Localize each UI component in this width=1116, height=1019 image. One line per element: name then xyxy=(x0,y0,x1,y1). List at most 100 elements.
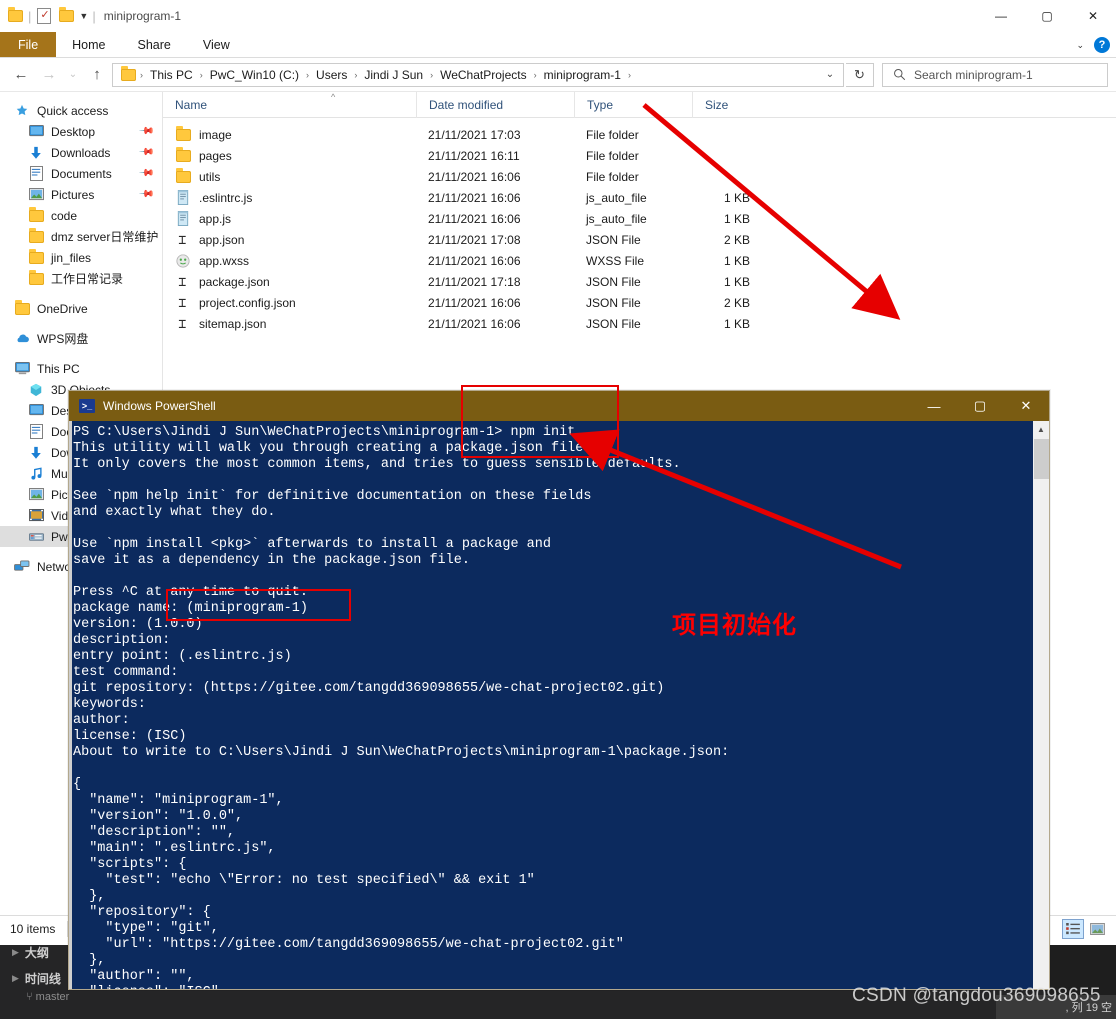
address-dropdown[interactable]: ⌄ xyxy=(819,64,841,86)
sidebar-label: This PC xyxy=(37,361,80,376)
tab-home[interactable]: Home xyxy=(56,32,121,57)
breadcrumb-wechatprojects[interactable]: WeChatProjects xyxy=(436,68,530,82)
documents-icon xyxy=(28,166,44,182)
js-file-icon xyxy=(175,211,191,227)
sidebar-item-this-pc[interactable]: This PC xyxy=(0,358,162,379)
folder-icon xyxy=(28,227,44,245)
powershell-title: Windows PowerShell xyxy=(103,399,216,413)
tab-view[interactable]: View xyxy=(187,32,246,57)
table-row[interactable]: app.js 21/11/2021 16:06 js_auto_file 1 K… xyxy=(163,208,1116,229)
folder-icon[interactable] xyxy=(6,7,24,25)
documents-icon xyxy=(28,424,44,440)
vscode-git-branch[interactable]: ⑂ master xyxy=(0,991,112,1003)
table-row[interactable]: image 21/11/2021 17:03 File folder xyxy=(163,124,1116,145)
sidebar-item-quick-access[interactable]: Quick access xyxy=(0,100,162,121)
file-size-cell: 2 KB xyxy=(723,295,750,310)
breadcrumb-drive[interactable]: PwC_Win10 (C:) xyxy=(206,68,303,82)
tab-file[interactable]: File xyxy=(0,32,57,57)
pictures-icon xyxy=(28,487,44,503)
new-folder-icon[interactable] xyxy=(57,7,75,25)
close-button[interactable]: ✕ xyxy=(1070,0,1116,32)
file-name-cell: pages xyxy=(163,146,416,164)
properties-icon[interactable] xyxy=(35,7,53,25)
recent-locations-button[interactable]: ⌄ xyxy=(64,62,82,88)
maximize-button[interactable]: ▢ xyxy=(1024,0,1070,32)
json-file-icon: ⌶ xyxy=(175,232,191,248)
table-row[interactable]: app.wxss 21/11/2021 16:06 WXSS File 1 KB xyxy=(163,250,1116,271)
sidebar-item-wps-cloud[interactable]: WPS网盘 xyxy=(0,328,162,349)
breadcrumb-miniprogram[interactable]: miniprogram-1 xyxy=(540,68,625,82)
file-name: pages xyxy=(199,148,232,163)
tab-share[interactable]: Share xyxy=(122,32,187,57)
breadcrumb-this-pc[interactable]: This PC xyxy=(146,68,197,82)
refresh-button[interactable]: ↻ xyxy=(846,62,874,87)
powershell-title-bar[interactable]: >_ Windows PowerShell — ▢ ✕ xyxy=(69,391,1049,421)
breadcrumb-users[interactable]: Users xyxy=(312,68,351,82)
file-type-cell: js_auto_file xyxy=(586,190,647,205)
chevron-down-icon[interactable]: ▼ xyxy=(79,11,88,21)
pin-icon[interactable]: 📌 xyxy=(137,123,154,140)
details-view-icon[interactable] xyxy=(1062,918,1084,939)
ribbon-expand-chevron-icon[interactable]: ⌄ xyxy=(1076,40,1084,51)
powershell-minimize-button[interactable]: — xyxy=(911,391,957,421)
vscode-branch-label: master xyxy=(35,991,70,1003)
file-date-cell: 21/11/2021 16:06 xyxy=(428,211,521,226)
up-button[interactable]: ↑ xyxy=(84,62,110,88)
table-row[interactable]: .eslintrc.js 21/11/2021 16:06 js_auto_fi… xyxy=(163,187,1116,208)
breadcrumb-separator: › xyxy=(533,69,537,80)
table-row[interactable]: pages 21/11/2021 16:11 File folder xyxy=(163,145,1116,166)
chevron-down-icon[interactable]: ⌄ xyxy=(819,64,841,86)
sidebar-label: Desktop xyxy=(51,124,96,139)
address-bar[interactable]: › This PC › PwC_Win10 (C:) › Users › Jin… xyxy=(112,62,844,87)
console-output[interactable]: PS C:\Users\Jindi J Sun\WeChatProjects\m… xyxy=(69,421,1032,989)
svg-text:⌶: ⌶ xyxy=(178,233,186,247)
pin-icon[interactable]: 📌 xyxy=(137,165,154,182)
file-date-cell: 21/11/2021 17:18 xyxy=(428,274,521,289)
sidebar-item-code[interactable]: code xyxy=(0,205,162,226)
sidebar-item-pictures[interactable]: Pictures 📌 xyxy=(0,184,162,205)
file-type-cell: js_auto_file xyxy=(586,211,647,226)
sidebar-label: OneDrive xyxy=(37,301,88,316)
file-date-cell: 21/11/2021 16:11 xyxy=(428,148,520,163)
help-icon[interactable]: ? xyxy=(1094,37,1110,53)
scrollbar-thumb[interactable] xyxy=(1034,439,1049,479)
powershell-maximize-button[interactable]: ▢ xyxy=(957,391,1003,421)
large-icons-view-icon[interactable] xyxy=(1086,919,1108,939)
sidebar-item-documents[interactable]: Documents 📌 xyxy=(0,163,162,184)
breadcrumb-user[interactable]: Jindi J Sun xyxy=(360,68,427,82)
sidebar-item-work-log[interactable]: 工作日常记录 xyxy=(0,268,162,289)
download-icon xyxy=(28,445,44,461)
powershell-close-button[interactable]: ✕ xyxy=(1003,391,1049,421)
table-row[interactable]: utils 21/11/2021 16:06 File folder xyxy=(163,166,1116,187)
sidebar-label: Documents xyxy=(51,166,112,181)
sidebar-item-dmz-server[interactable]: dmz server日常维护 xyxy=(0,226,162,247)
back-button[interactable]: ← xyxy=(8,62,34,88)
item-count: 10 items xyxy=(10,921,56,936)
sidebar-item-onedrive[interactable]: OneDrive xyxy=(0,298,162,319)
table-row[interactable]: ⌶ app.json 21/11/2021 17:08 JSON File 2 … xyxy=(163,229,1116,250)
pin-icon[interactable]: 📌 xyxy=(137,186,154,203)
sidebar-item-downloads[interactable]: Downloads 📌 xyxy=(0,142,162,163)
table-row[interactable]: ⌶ project.config.json 21/11/2021 16:06 J… xyxy=(163,292,1116,313)
json-file-icon: ⌶ xyxy=(175,274,191,290)
search-box[interactable]: Search miniprogram-1 xyxy=(882,62,1108,87)
file-size-cell: 2 KB xyxy=(723,232,750,247)
forward-button[interactable]: → xyxy=(36,62,62,88)
column-header-date[interactable]: Date modified xyxy=(416,91,574,118)
powershell-scrollbar[interactable]: ▲ xyxy=(1032,421,1049,989)
minimize-button[interactable]: — xyxy=(978,0,1024,32)
file-date-cell: 21/11/2021 17:08 xyxy=(428,232,521,247)
file-name-cell: utils xyxy=(163,167,416,185)
column-header-type[interactable]: Type xyxy=(574,91,692,118)
pin-icon[interactable]: 📌 xyxy=(137,144,154,161)
sidebar-item-desktop[interactable]: Desktop 📌 xyxy=(0,121,162,142)
table-row[interactable]: ⌶ sitemap.json 21/11/2021 16:06 JSON Fil… xyxy=(163,313,1116,334)
file-date-cell: 21/11/2021 16:06 xyxy=(428,190,521,205)
network-icon xyxy=(14,559,30,575)
sidebar-item-jin-files[interactable]: jin_files xyxy=(0,247,162,268)
column-header-size[interactable]: Size xyxy=(692,91,772,118)
column-header-name[interactable]: Name xyxy=(163,92,416,118)
screen-root: ▶ 大纲 ▶ 时间线 ⑂ master , 列 19 空 | ▼ | minip… xyxy=(0,0,1116,1019)
table-row[interactable]: ⌶ package.json 21/11/2021 17:18 JSON Fil… xyxy=(163,271,1116,292)
scroll-up-icon[interactable]: ▲ xyxy=(1033,421,1049,438)
